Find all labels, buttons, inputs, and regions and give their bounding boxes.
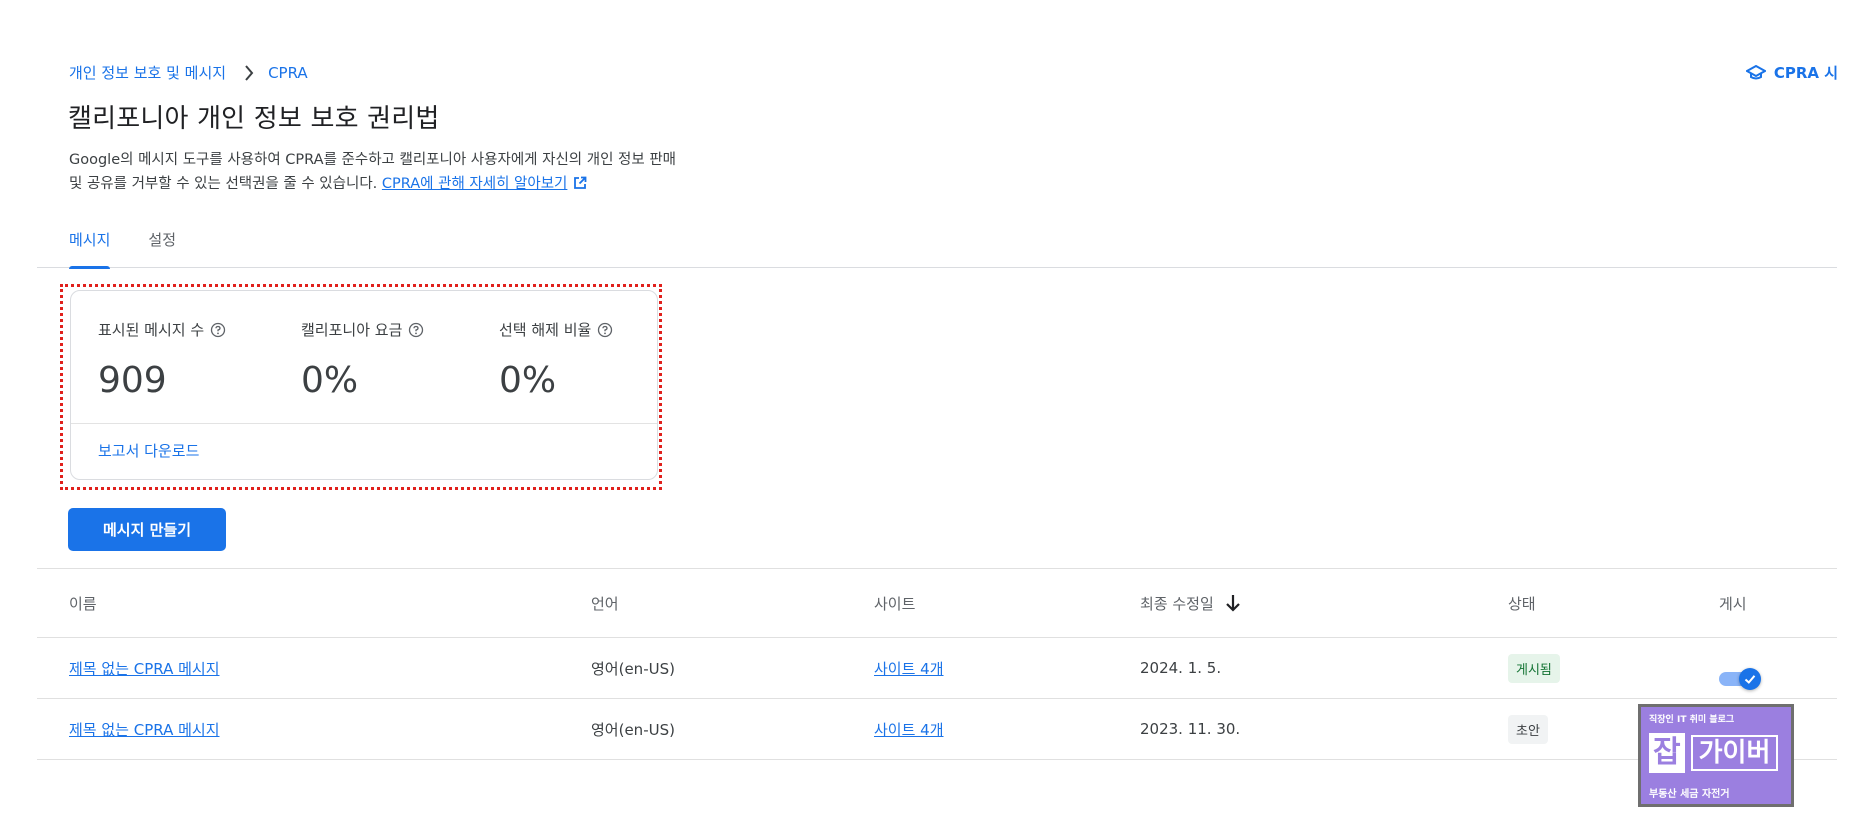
tab-bar: 메시지 설정 [37, 222, 1837, 269]
message-sites-link[interactable]: 사이트 4개 [874, 658, 944, 679]
learn-more-link[interactable]: CPRA에 관해 자세히 알아보기 [382, 176, 568, 192]
watermark-big-text: 잡 [1649, 733, 1685, 773]
column-header-status[interactable]: 상태 [1508, 593, 1536, 614]
status-badge-label: 초안 [1508, 714, 1548, 744]
page-title: 캘리포니아 개인 정보 보호 권리법 [68, 104, 440, 134]
table-header-row: 이름 언어 사이트 최종 수정일 상태 게시 [37, 568, 1837, 638]
watermark-bottom-text: 부동산 세금 자전거 [1649, 789, 1730, 800]
table-row: 제목 없는 CPRA 메시지 영어(en-US) 사이트 4개 2023. 11… [37, 699, 1837, 760]
description-line2: 및 공유를 거부할 수 있는 선택권을 줄 수 있습니다. [69, 176, 382, 192]
message-last-modified: 2024. 1. 5. [1140, 659, 1222, 677]
breadcrumb-current: CPRA [268, 63, 308, 82]
highlight-annotation [60, 284, 662, 490]
column-header-last-modified-label: 최종 수정일 [1140, 594, 1214, 613]
check-icon [1739, 668, 1761, 690]
school-cap-icon [1745, 64, 1766, 79]
arrow-down-icon[interactable] [1224, 593, 1242, 613]
create-message-button[interactable]: 메시지 만들기 [68, 508, 226, 551]
column-header-site[interactable]: 사이트 [874, 593, 915, 614]
message-language: 영어(en-US) [591, 659, 675, 678]
column-header-last-modified[interactable]: 최종 수정일 [1140, 593, 1242, 614]
messages-table: 이름 언어 사이트 최종 수정일 상태 게시 제목 없는 CPRA 메시지 영어… [37, 568, 1837, 760]
message-name-link[interactable]: 제목 없는 CPRA 메시지 [69, 719, 220, 740]
status-badge-label: 게시됨 [1508, 653, 1560, 683]
tab-messages[interactable]: 메시지 [37, 222, 111, 269]
open-in-new-icon [573, 174, 587, 198]
watermark-top-text: 직장인 IT 취미 블로그 [1649, 715, 1735, 725]
message-sites-link[interactable]: 사이트 4개 [874, 719, 944, 740]
breadcrumb-parent-link[interactable]: 개인 정보 보호 및 메시지 [69, 62, 226, 83]
column-header-name[interactable]: 이름 [69, 593, 97, 614]
watermark-brand-text: 가이버 [1690, 735, 1779, 771]
message-language: 영어(en-US) [591, 720, 675, 739]
column-header-publish[interactable]: 게시 [1719, 593, 1747, 614]
breadcrumb: 개인 정보 보호 및 메시지 CPRA [69, 62, 308, 83]
status-badge: 초안 [1508, 714, 1548, 744]
message-last-modified: 2023. 11. 30. [1140, 720, 1241, 738]
table-row: 제목 없는 CPRA 메시지 영어(en-US) 사이트 4개 2024. 1.… [37, 638, 1837, 699]
watermark-logo: 직장인 IT 취미 블로그 잡 가이버 부동산 세금 자전거 [1638, 704, 1794, 807]
page-description: Google의 메시지 도구를 사용하여 CPRA를 준수하고 캘리포니아 사용… [69, 148, 809, 198]
status-badge: 게시됨 [1508, 653, 1560, 683]
cpra-guide-link[interactable]: CPRA 시 [1745, 62, 1838, 83]
column-header-language[interactable]: 언어 [591, 593, 619, 614]
tab-settings[interactable]: 설정 [110, 222, 192, 268]
message-name-link[interactable]: 제목 없는 CPRA 메시지 [69, 658, 220, 679]
chevron-right-icon [244, 64, 254, 81]
cpra-guide-label: CPRA 시 [1773, 64, 1838, 82]
description-line1: Google의 메시지 도구를 사용하여 CPRA를 준수하고 캘리포니아 사용… [69, 152, 677, 168]
